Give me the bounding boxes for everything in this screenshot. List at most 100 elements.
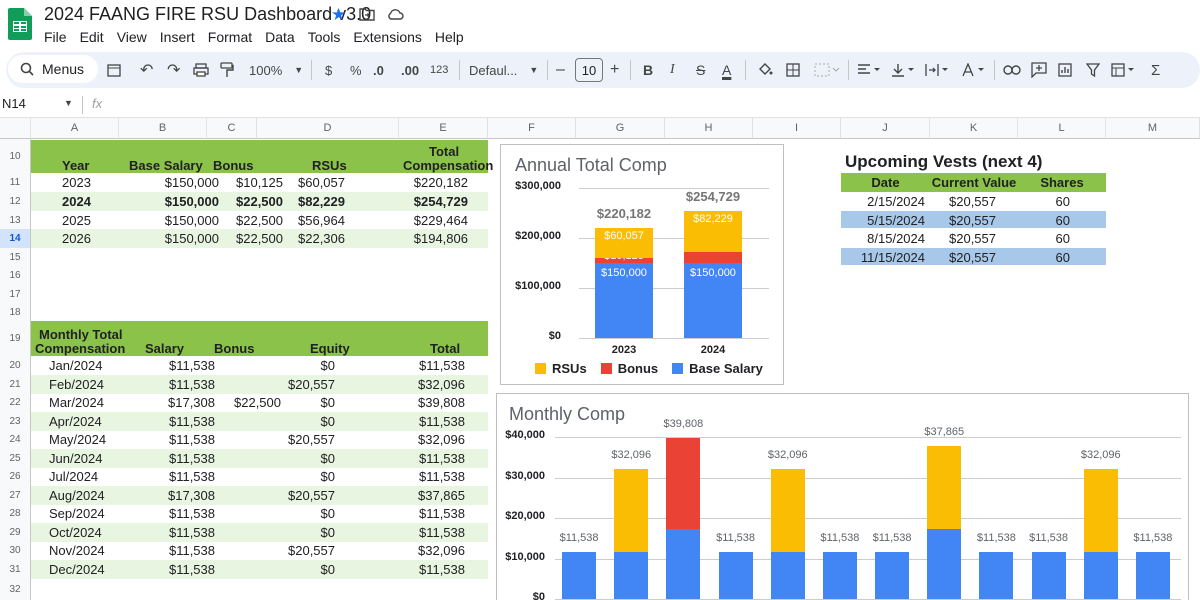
move-folder-icon[interactable]: [359, 7, 375, 26]
bar-segment[interactable]: [562, 552, 597, 599]
cell-total[interactable]: $39,808: [388, 393, 465, 412]
cell-equity[interactable]: $0: [257, 504, 335, 523]
cell-shares[interactable]: 60: [1018, 229, 1070, 248]
merge-cells-icon[interactable]: [814, 52, 840, 88]
fill-color-icon[interactable]: [757, 52, 773, 88]
cell-value[interactable]: $20,557: [930, 211, 996, 230]
borders-icon[interactable]: [786, 52, 800, 88]
cell-shares[interactable]: 60: [1018, 248, 1070, 267]
zoom-select[interactable]: 100% ▼: [249, 52, 303, 88]
column-header[interactable]: F: [488, 118, 576, 139]
bar-segment[interactable]: [875, 552, 910, 599]
cell-month[interactable]: Jun/2024: [49, 449, 103, 468]
cell-month[interactable]: Apr/2024: [49, 412, 102, 431]
row-header[interactable]: 11: [0, 173, 31, 192]
cell-salary[interactable]: $11,538: [119, 356, 215, 375]
cell-equity[interactable]: $20,557: [257, 430, 335, 449]
row-header[interactable]: 31: [0, 560, 31, 579]
column-header[interactable]: E: [399, 118, 488, 139]
cell-salary[interactable]: $17,308: [119, 393, 215, 412]
column-header[interactable]: G: [576, 118, 665, 139]
redo-icon[interactable]: ↷: [167, 52, 180, 88]
strikethrough-button[interactable]: S: [696, 52, 705, 88]
row-header[interactable]: 22: [0, 393, 31, 412]
font-size-decrease-button[interactable]: –: [556, 52, 565, 88]
cell-rsus[interactable]: $22,306: [257, 229, 345, 248]
cell-equity[interactable]: $0: [257, 449, 335, 468]
bar-segment[interactable]: [1135, 552, 1170, 599]
row-header[interactable]: 16: [0, 266, 31, 285]
bar-segment[interactable]: [666, 437, 701, 529]
legend-item[interactable]: Bonus: [600, 361, 658, 376]
cell-date[interactable]: 2/15/2024: [841, 192, 925, 211]
bar-segment[interactable]: [666, 528, 701, 599]
row-header[interactable]: 10: [0, 139, 31, 173]
cell-rsus[interactable]: $56,964: [257, 211, 345, 230]
formula-input[interactable]: [115, 95, 1015, 115]
column-header[interactable]: K: [930, 118, 1018, 139]
cell-equity[interactable]: $20,557: [257, 486, 335, 505]
cell-year[interactable]: 2024: [62, 192, 91, 211]
cell-total[interactable]: $194,806: [388, 229, 468, 248]
name-box[interactable]: N14: [2, 96, 26, 111]
row-header[interactable]: 32: [0, 579, 31, 600]
column-header[interactable]: L: [1018, 118, 1106, 139]
cell-month[interactable]: May/2024: [49, 430, 106, 449]
row-header[interactable]: 28: [0, 504, 31, 523]
cell-date[interactable]: 11/15/2024: [841, 248, 925, 267]
bar-segment[interactable]: [927, 445, 962, 529]
star-icon[interactable]: ★: [331, 4, 346, 26]
row-header[interactable]: 13: [0, 211, 31, 229]
cell-total[interactable]: $11,538: [388, 467, 465, 486]
print-icon[interactable]: [193, 52, 209, 88]
functions-sigma-icon[interactable]: Σ: [1151, 52, 1160, 88]
font-select[interactable]: Defaul... ▼: [469, 52, 538, 88]
cell-month[interactable]: Aug/2024: [49, 486, 105, 505]
cell-month[interactable]: Nov/2024: [49, 541, 105, 560]
menu-file[interactable]: File: [44, 28, 74, 46]
cell-salary[interactable]: $11,538: [119, 560, 215, 579]
row-header[interactable]: 24: [0, 430, 31, 449]
increase-decimal-button[interactable]: .00: [401, 52, 419, 88]
row-header[interactable]: 25: [0, 449, 31, 467]
text-rotation-icon[interactable]: [961, 52, 987, 88]
bar-segment[interactable]: [1031, 552, 1066, 599]
cell-shares[interactable]: 60: [1018, 211, 1070, 230]
cell-total[interactable]: $11,538: [388, 523, 465, 542]
column-header[interactable]: M: [1106, 118, 1200, 139]
menu-view[interactable]: View: [117, 28, 154, 46]
legend-item[interactable]: Base Salary: [672, 361, 763, 376]
menu-data[interactable]: Data: [265, 28, 302, 46]
cell-value[interactable]: $20,557: [930, 192, 996, 211]
cell-total[interactable]: $32,096: [388, 541, 465, 560]
cell-month[interactable]: Jan/2024: [49, 356, 103, 375]
bar-segment[interactable]: [770, 469, 805, 553]
bar-segment[interactable]: [822, 552, 857, 599]
cell-salary[interactable]: $11,538: [119, 412, 215, 431]
column-header[interactable]: J: [841, 118, 930, 139]
menu-edit[interactable]: Edit: [80, 28, 111, 46]
menu-format[interactable]: Format: [208, 28, 259, 46]
row-header[interactable]: 17: [0, 285, 31, 303]
annual-comp-chart[interactable]: Annual Total Comp $0 $100,000 $200,000 $300…: [500, 144, 784, 385]
cell-total[interactable]: $11,538: [388, 560, 465, 579]
cell-equity[interactable]: $0: [257, 412, 335, 431]
column-header[interactable]: I: [753, 118, 841, 139]
cell-shares[interactable]: 60: [1018, 192, 1070, 211]
search-menus-button[interactable]: Menus: [8, 55, 98, 83]
cell-equity[interactable]: $0: [257, 393, 335, 412]
row-header[interactable]: 14: [0, 229, 31, 248]
row-header[interactable]: 12: [0, 192, 31, 211]
undo-icon[interactable]: ↶: [140, 52, 153, 88]
cell-value[interactable]: $20,557: [930, 229, 996, 248]
column-header[interactable]: D: [257, 118, 399, 139]
cell-month[interactable]: Feb/2024: [49, 375, 104, 394]
cell-total[interactable]: $220,182: [388, 173, 468, 192]
bar-segment[interactable]: [979, 552, 1014, 599]
legend-item[interactable]: RSUs: [535, 361, 587, 376]
cell-equity[interactable]: $20,557: [257, 541, 335, 560]
cell-base[interactable]: $150,000: [119, 211, 219, 230]
sheets-logo-icon[interactable]: [8, 8, 32, 40]
cell-salary[interactable]: $11,538: [119, 504, 215, 523]
cell-salary[interactable]: $17,308: [119, 486, 215, 505]
